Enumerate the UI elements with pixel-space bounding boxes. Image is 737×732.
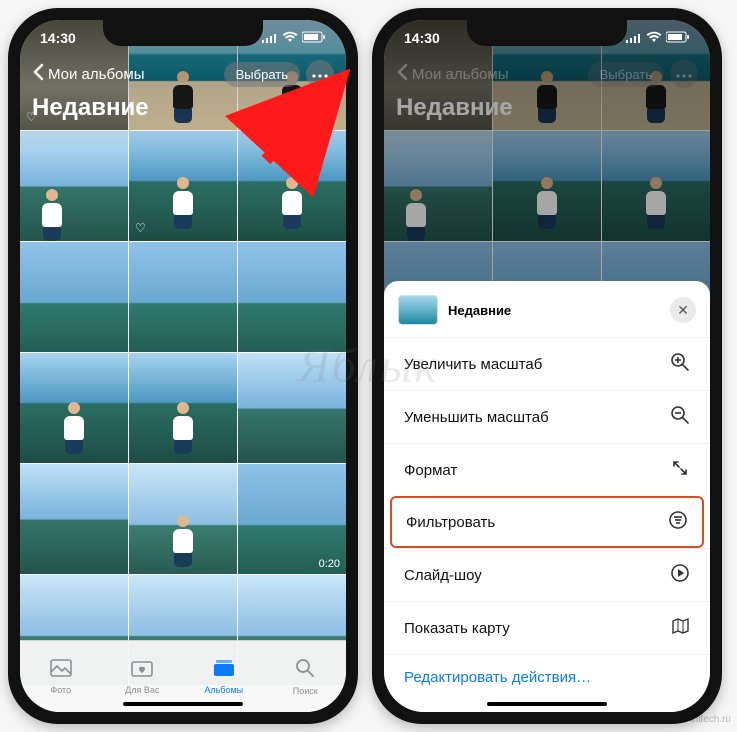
chevron-left-icon	[32, 63, 44, 85]
video-duration: 0:20	[319, 558, 340, 570]
photo-thumbnail[interactable]	[20, 242, 128, 352]
photo-thumbnail[interactable]	[129, 353, 237, 463]
tab-label: Фото	[50, 685, 71, 695]
photo-thumbnail[interactable]	[238, 242, 346, 352]
album-title: Недавние	[32, 94, 334, 122]
sheet-thumb-icon	[398, 295, 438, 325]
action-zoom-in[interactable]: Увеличить масштаб	[384, 337, 710, 390]
tab-search[interactable]: Поиск	[265, 641, 347, 712]
search-icon	[295, 658, 315, 684]
close-button[interactable]: ✕	[670, 297, 696, 323]
signal-icon	[262, 30, 278, 46]
status-time: 14:30	[404, 30, 440, 46]
photo-thumbnail[interactable]	[238, 353, 346, 463]
status-indicators	[262, 30, 326, 46]
action-label: Показать карту	[404, 620, 510, 637]
action-showmap[interactable]: Показать карту	[384, 601, 710, 654]
aspect-icon	[670, 458, 690, 482]
tab-label: Поиск	[293, 686, 318, 696]
action-label: Уменьшить масштаб	[404, 409, 549, 426]
notch	[103, 20, 263, 46]
battery-icon	[666, 30, 690, 46]
battery-icon	[302, 30, 326, 46]
status-time: 14:30	[40, 30, 76, 46]
favorite-icon: ♡	[135, 221, 146, 235]
more-button[interactable]	[306, 60, 334, 88]
sheet-title: Недавние	[448, 303, 511, 318]
foryou-icon	[131, 659, 153, 683]
photo-thumbnail[interactable]	[129, 242, 237, 352]
video-thumbnail[interactable]: 0:20	[238, 464, 346, 574]
home-indicator[interactable]	[123, 702, 243, 706]
photos-icon	[50, 659, 72, 683]
tab-label: Альбомы	[204, 685, 243, 695]
zoom-out-icon	[670, 405, 690, 429]
ellipsis-icon	[312, 65, 328, 83]
notch	[467, 20, 627, 46]
phone-left: 14:30	[8, 8, 358, 724]
signal-icon	[626, 30, 642, 46]
map-icon	[670, 616, 690, 640]
screen: 14:30	[20, 20, 346, 712]
tab-photos[interactable]: Фото	[20, 641, 102, 712]
action-filter[interactable]: Фильтровать	[390, 496, 704, 548]
close-icon: ✕	[677, 302, 689, 319]
action-zoom-out[interactable]: Уменьшить масштаб	[384, 390, 710, 443]
action-slideshow[interactable]: Слайд-шоу	[384, 548, 710, 601]
action-label: Увеличить масштаб	[404, 356, 542, 373]
wifi-icon	[646, 30, 662, 46]
action-label: Слайд-шоу	[404, 567, 482, 584]
action-aspect[interactable]: Формат	[384, 443, 710, 496]
select-button[interactable]: Выбрать	[224, 62, 300, 87]
edit-actions-link[interactable]: Редактировать действия…	[384, 654, 710, 686]
action-label: Фильтровать	[406, 514, 495, 531]
filter-icon	[668, 510, 688, 534]
photo-thumbnail[interactable]	[20, 464, 128, 574]
back-button[interactable]: Мои альбомы	[32, 63, 145, 85]
corner-watermark: 24hitech.ru	[682, 714, 731, 725]
zoom-in-icon	[670, 352, 690, 376]
wifi-icon	[282, 30, 298, 46]
status-indicators	[626, 30, 690, 46]
action-sheet: Недавние ✕ Увеличить масштаб Уменьшить м…	[384, 281, 710, 712]
phone-right: 14:30 Мои альбомы Выбрать	[372, 8, 722, 724]
action-label: Формат	[404, 462, 457, 479]
screen: 14:30 Мои альбомы Выбрать	[384, 20, 710, 712]
play-icon	[670, 563, 690, 587]
tab-label: Для Вас	[125, 685, 159, 695]
albums-icon	[213, 659, 235, 683]
photo-thumbnail[interactable]	[20, 353, 128, 463]
back-label: Мои альбомы	[48, 66, 145, 83]
photo-thumbnail[interactable]	[129, 464, 237, 574]
home-indicator[interactable]	[487, 702, 607, 706]
